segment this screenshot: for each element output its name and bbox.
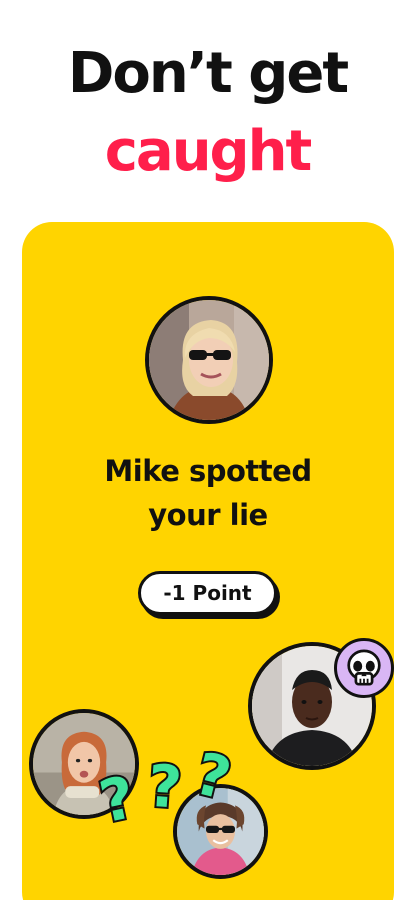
svg-text:?: ? <box>188 739 237 813</box>
headline-line-1: Don’t get <box>67 41 349 106</box>
svg-text:?: ? <box>98 763 141 827</box>
question-marks-icon: ? ? ? <box>98 737 248 827</box>
headline-line-2: caught <box>104 119 313 184</box>
points-badge: -1 Point <box>138 571 277 615</box>
skull-icon <box>334 638 394 698</box>
screen: Don’t get caught Mike spotted your lie -… <box>0 0 415 900</box>
avatar-main <box>145 296 273 424</box>
points-badge-wrap: -1 Point <box>138 571 280 619</box>
message-line-2: your lie <box>148 498 268 532</box>
message-line-1: Mike spotted <box>104 454 312 488</box>
svg-text:?: ? <box>146 752 184 822</box>
promo-card: Mike spotted your lie -1 Point ? ? ? <box>22 222 394 900</box>
